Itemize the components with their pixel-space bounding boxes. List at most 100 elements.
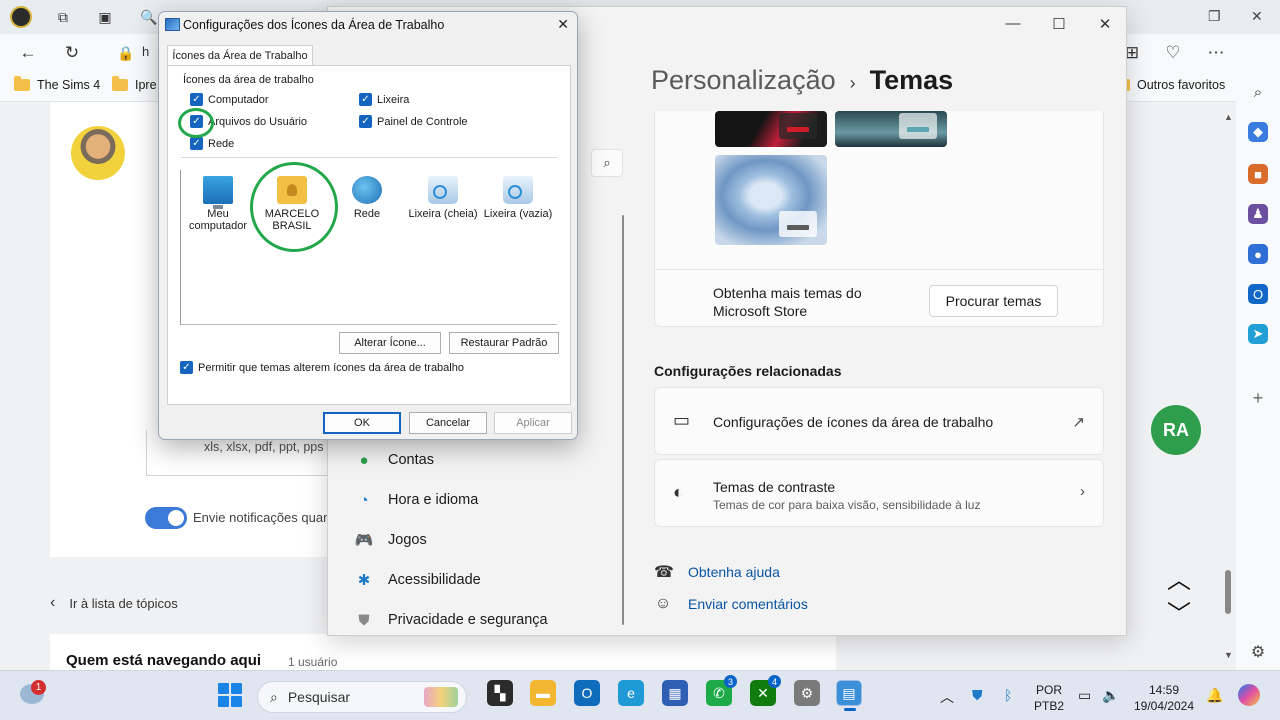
theme-thumbnail-bloom[interactable]: [715, 155, 827, 245]
scroll-down-icon[interactable]: ▼: [1224, 650, 1233, 660]
back-to-topics-link[interactable]: ‹ Ir à lista de tópicos: [50, 594, 178, 612]
sidebar-games-icon[interactable]: ♟: [1248, 204, 1268, 224]
sidebar-drop-icon[interactable]: ➤: [1248, 324, 1268, 344]
file-explorer-icon[interactable]: ▬: [530, 680, 556, 706]
checkmark-icon: ✓: [180, 361, 193, 374]
scroll-up-icon[interactable]: ▲: [1224, 112, 1233, 122]
settings-search-icon[interactable]: ⌕: [591, 149, 623, 177]
scrollbar-thumb[interactable]: [1225, 570, 1231, 614]
lock-icon[interactable]: 🔒: [114, 41, 138, 65]
desktop-icon-settings-dialog: Configurações dos Ícones da Área de Trab…: [158, 11, 578, 440]
dialog-close-icon[interactable]: ✕: [557, 16, 569, 33]
sidebar-shopping-icon[interactable]: ◆: [1248, 122, 1268, 142]
bluetooth-icon[interactable]: ᛒ: [1004, 687, 1012, 703]
checkbox-computador[interactable]: ✓ Computador: [190, 93, 269, 106]
chevron-down-icon[interactable]: ﹀: [1167, 594, 1191, 629]
volume-icon[interactable]: 🔈: [1102, 687, 1119, 704]
sidebar-microsoft365-icon[interactable]: ●: [1248, 244, 1268, 264]
contrast-themes-card[interactable]: ◐ Temas de contraste Temas de cor para b…: [654, 459, 1104, 527]
folder-icon: [112, 76, 128, 91]
tab-search-icon[interactable]: 🔍: [138, 6, 160, 28]
settings-close-icon[interactable]: ✕: [1090, 15, 1120, 33]
checkbox-allow-themes[interactable]: ✓ Permitir que temas alterem ícones da á…: [180, 361, 464, 374]
tab-desktop-icons[interactable]: Ícones da Área de Trabalho: [167, 45, 313, 66]
browser-profile-icon[interactable]: [10, 6, 32, 28]
taskbar-search[interactable]: ⌕ Pesquisar: [257, 681, 467, 713]
checkmark-icon: ✓: [359, 93, 372, 106]
checkbox-lixeira[interactable]: ✓ Lixeira: [359, 93, 409, 106]
user-avatar[interactable]: [71, 126, 125, 180]
address-bar-text[interactable]: h: [142, 44, 149, 59]
show-hidden-icons[interactable]: ︿: [940, 687, 954, 707]
breadcrumb-parent[interactable]: Personalização: [651, 65, 836, 96]
sidebar-settings-icon[interactable]: ⚙: [1248, 642, 1268, 662]
other-favorites[interactable]: Outros favoritos: [1114, 76, 1225, 92]
ra-badge[interactable]: RA: [1151, 405, 1201, 455]
xbox-badge: 4: [768, 675, 781, 688]
get-help-link[interactable]: ☎ Obtenha ajuda: [654, 562, 780, 582]
browser-close-icon[interactable]: ✕: [1251, 8, 1263, 25]
control-panel-app-icon[interactable]: ▤: [836, 680, 862, 711]
recycle-bin-empty-icon: [503, 176, 533, 204]
tab-actions-icon[interactable]: ▣: [94, 6, 116, 28]
task-view-icon[interactable]: ▚: [487, 680, 513, 706]
outlook-icon[interactable]: O: [574, 680, 600, 706]
store-icon[interactable]: ▦: [662, 680, 688, 706]
browser-restore-icon[interactable]: ❐: [1208, 8, 1221, 25]
sidebar-outlook-icon[interactable]: O: [1248, 284, 1268, 304]
send-feedback-link[interactable]: ☺ Enviar comentários: [654, 595, 808, 613]
theme-thumbnail-glow[interactable]: [715, 111, 827, 147]
browse-themes-button[interactable]: Procurar temas: [929, 285, 1058, 317]
nav-item-privacidade[interactable]: ⛊ Privacidade e segurança: [354, 610, 547, 630]
monitor-icon: ▭: [673, 410, 691, 430]
settings-maximize-icon[interactable]: ☐: [1044, 15, 1074, 33]
input-language[interactable]: POR PTB2: [1032, 682, 1066, 714]
nav-item-jogos[interactable]: 🎮 Jogos: [354, 530, 427, 550]
ok-button[interactable]: OK: [323, 412, 401, 434]
start-button[interactable]: [218, 683, 242, 707]
group-divider: [181, 157, 557, 158]
desktop-icon-recycle-empty[interactable]: Lixeira (vazia): [483, 176, 553, 220]
nav-item-hora-idioma[interactable]: ◔ Hora e idioma: [354, 490, 478, 510]
chevron-up-icon[interactable]: ︿: [1167, 560, 1191, 595]
whatsapp-icon[interactable]: ✆ 3: [706, 675, 737, 706]
back-arrow-icon[interactable]: ←: [16, 41, 40, 65]
checkbox-rede[interactable]: ✓ Rede: [190, 137, 234, 150]
xbox-icon[interactable]: ✕ 4: [750, 675, 781, 706]
cancel-button[interactable]: Cancelar: [409, 412, 487, 434]
favorite-ipre[interactable]: Ipre: [112, 76, 157, 92]
nav-item-acessibilidade[interactable]: ✱ Acessibilidade: [354, 570, 481, 590]
page-scrollbar[interactable]: ▲ ▼: [1222, 112, 1234, 660]
nav-scrollbar[interactable]: [622, 215, 624, 625]
sidebar-tools-icon[interactable]: ■: [1248, 164, 1268, 184]
restore-default-button[interactable]: Restaurar Padrão: [449, 332, 559, 354]
more-themes-text: Obtenha mais temas do Microsoft Store: [713, 285, 862, 319]
more-options-icon[interactable]: ⋯: [1204, 41, 1228, 65]
desktop-icons-group-label: Ícones da área de trabalho: [183, 74, 314, 86]
checkbox-painel-controle[interactable]: ✓ Painel de Controle: [359, 115, 468, 128]
theme-thumbnail-flow[interactable]: [835, 111, 947, 147]
desktop-icon-recycle-full[interactable]: Lixeira (cheia): [408, 176, 478, 220]
settings-app-icon[interactable]: ⚙: [794, 680, 820, 706]
browser-essentials-icon[interactable]: ♡: [1161, 41, 1185, 65]
refresh-icon[interactable]: ↻: [60, 41, 84, 65]
nav-item-contas[interactable]: ● Contas: [354, 450, 433, 470]
desktop-icon-computer[interactable]: Meu computador: [183, 176, 253, 232]
sidebar-add-icon[interactable]: +: [1248, 388, 1268, 408]
edge-icon[interactable]: e: [618, 680, 644, 706]
clock[interactable]: 14:59 19/04/2024: [1128, 682, 1200, 714]
network-tray-icon[interactable]: ▭: [1078, 687, 1091, 704]
settings-minimize-icon[interactable]: —: [998, 15, 1028, 32]
favorite-the-sims-4[interactable]: The Sims 4: [14, 76, 100, 92]
apply-button[interactable]: Aplicar: [494, 412, 572, 434]
desktop-icon-network[interactable]: Rede: [332, 176, 402, 220]
workspaces-icon[interactable]: ⧉: [52, 6, 74, 28]
change-icon-button[interactable]: Alterar Ícone...: [339, 332, 441, 354]
sidebar-search-icon[interactable]: ⌕: [1248, 82, 1268, 102]
folder-icon: [14, 76, 30, 91]
copilot-taskbar-icon[interactable]: [1238, 684, 1260, 706]
notifications-icon[interactable]: 🔔: [1206, 687, 1223, 704]
notify-toggle[interactable]: [145, 507, 187, 529]
desktop-icon-settings-card[interactable]: ▭ Configurações de ícones da área de tra…: [654, 387, 1104, 455]
security-tray-icon[interactable]: ⛊: [972, 687, 983, 704]
